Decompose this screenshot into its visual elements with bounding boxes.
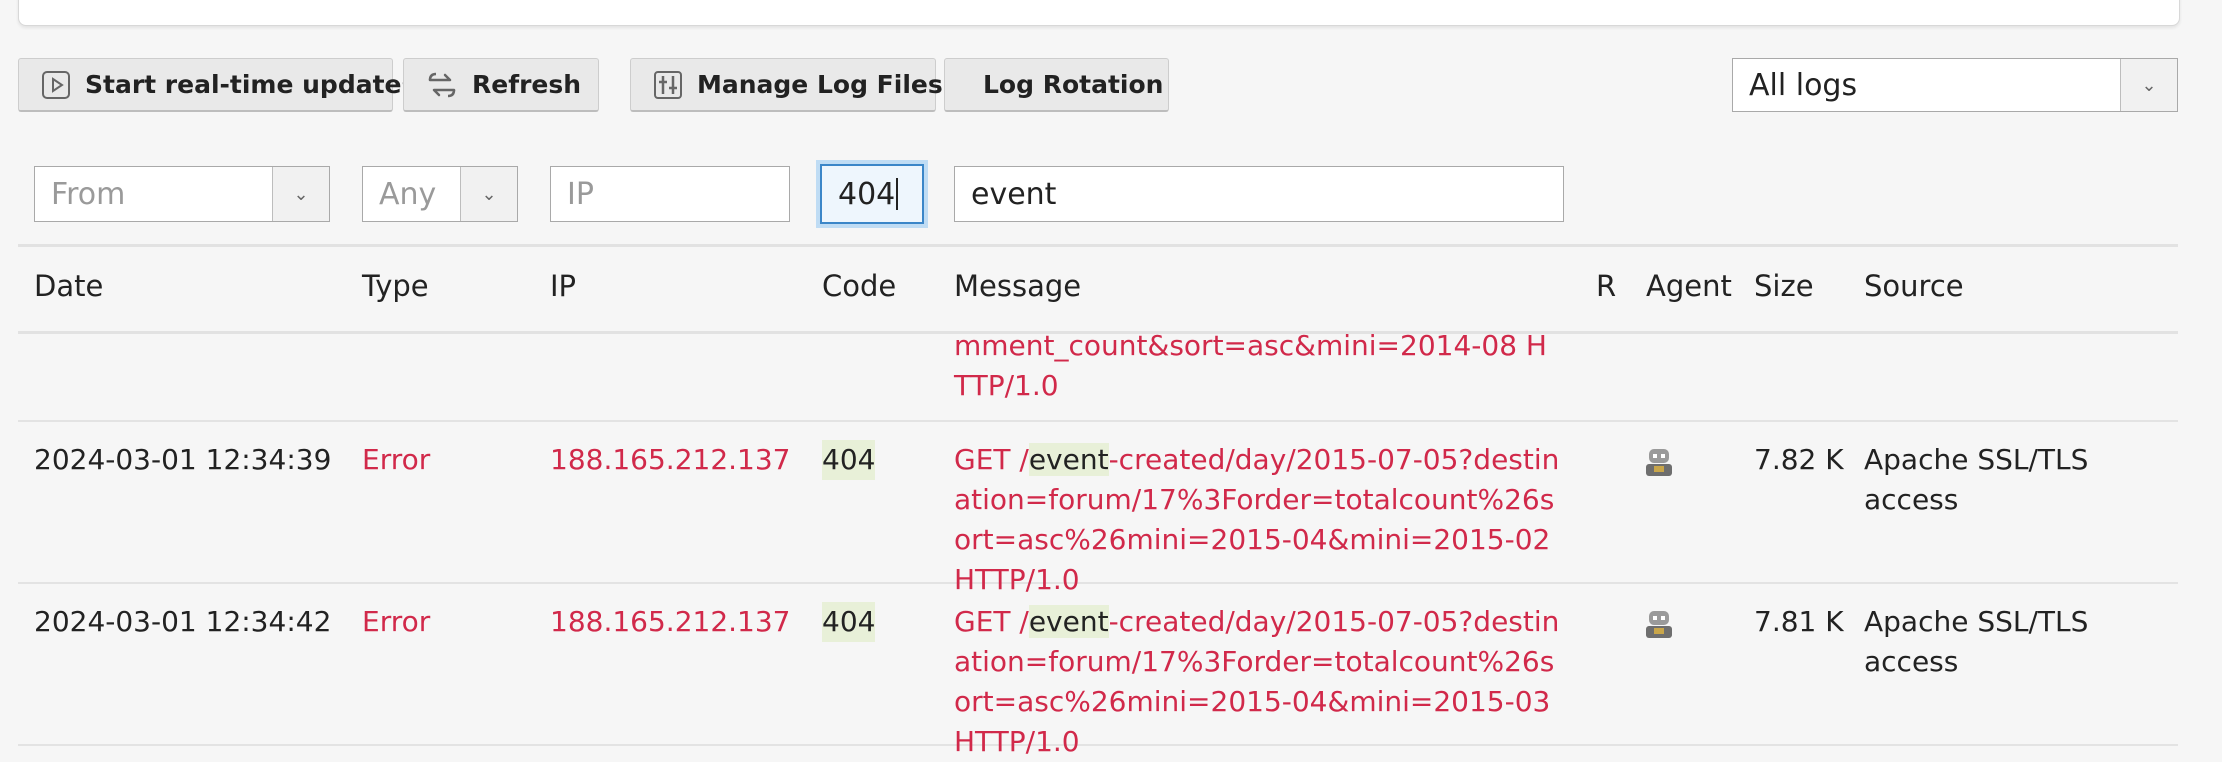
chevron-down-icon: ⌄: [460, 167, 517, 221]
refresh-button[interactable]: Refresh: [403, 58, 599, 112]
ip-filter-input[interactable]: IP: [550, 166, 790, 222]
log-message: GET /event-created/day/2015-07-05?destin…: [954, 602, 1564, 762]
chevron-down-icon: ⌄: [2120, 59, 2177, 111]
code-filter-value: 404: [838, 176, 896, 212]
top-panel: [18, 0, 2180, 26]
column-header-source[interactable]: Source: [1864, 269, 1964, 303]
column-header-type[interactable]: Type: [362, 269, 429, 303]
text-cursor: [896, 178, 899, 210]
log-code: 404: [822, 440, 876, 480]
log-size: 7.82 K: [1754, 443, 1844, 476]
log-message: mment_count&sort=asc&mini=2014-08 HTTP/1…: [954, 329, 1547, 402]
refresh-label: Refresh: [472, 70, 582, 99]
play-icon: [42, 70, 70, 99]
message-prefix: GET /: [954, 605, 1029, 638]
manage-log-files-button[interactable]: Manage Log Files: [630, 58, 943, 112]
start-realtime-label: Start real-time updates: [85, 70, 417, 99]
table-header: Date Type IP Code Message R Agent Size S…: [18, 244, 2178, 334]
column-header-message[interactable]: Message: [954, 269, 1081, 303]
column-header-code[interactable]: Code: [822, 269, 896, 303]
message-prefix: GET /: [954, 443, 1029, 476]
log-ip[interactable]: 188.165.212.137: [550, 602, 790, 642]
log-source: Apache SSL/TLS access: [1864, 605, 2089, 678]
log-code: 404: [822, 602, 876, 642]
log-ip[interactable]: 188.165.212.137: [550, 440, 790, 480]
code-filter-input[interactable]: 404: [820, 164, 924, 224]
log-date: 2024-03-01 12:34:39: [34, 443, 332, 476]
from-filter-select[interactable]: From ⌄: [34, 166, 330, 222]
message-search-input[interactable]: event: [954, 166, 1564, 222]
log-select-value: All logs: [1749, 67, 1858, 103]
type-filter-placeholder: Any: [379, 176, 437, 212]
column-header-r[interactable]: R: [1596, 269, 1616, 303]
manage-files-icon: [654, 70, 682, 99]
column-header-date[interactable]: Date: [34, 269, 103, 303]
message-highlight: event: [1028, 605, 1109, 638]
log-type: Error: [362, 443, 431, 476]
log-source: Apache SSL/TLS access: [1864, 443, 2089, 516]
from-filter-placeholder: From: [51, 176, 126, 212]
message-highlight: event: [1028, 443, 1109, 476]
log-rotation-label: Log Rotation: [983, 70, 1164, 99]
log-select[interactable]: All logs ⌄: [1732, 58, 2178, 112]
message-search-value: event: [971, 176, 1057, 212]
log-rotation-button[interactable]: Log Rotation: [944, 58, 1169, 112]
type-filter-select[interactable]: Any ⌄: [362, 166, 518, 222]
log-size: 7.81 K: [1754, 605, 1844, 638]
table-row[interactable]: 2024-03-01 12:34:42 Error 188.165.212.13…: [18, 582, 2178, 758]
log-type: Error: [362, 605, 431, 638]
column-header-ip[interactable]: IP: [550, 269, 576, 303]
column-header-size[interactable]: Size: [1754, 269, 1814, 303]
log-date: 2024-03-01 12:34:42: [34, 605, 332, 638]
column-header-agent[interactable]: Agent: [1646, 269, 1732, 303]
table-row[interactable]: mment_count&sort=asc&mini=2014-08 HTTP/1…: [18, 328, 2178, 422]
refresh-icon: [428, 72, 456, 97]
chevron-down-icon: ⌄: [272, 167, 329, 221]
table-row[interactable]: 2024-03-01 12:34:39 Error 188.165.212.13…: [18, 420, 2178, 596]
log-message: GET /event-created/day/2015-07-05?destin…: [954, 440, 1564, 600]
robot-icon: [1646, 449, 1672, 476]
start-realtime-button[interactable]: Start real-time updates: [18, 58, 416, 112]
ip-filter-placeholder: IP: [567, 176, 594, 212]
manage-log-files-label: Manage Log Files: [697, 70, 943, 99]
robot-icon: [1646, 611, 1672, 638]
